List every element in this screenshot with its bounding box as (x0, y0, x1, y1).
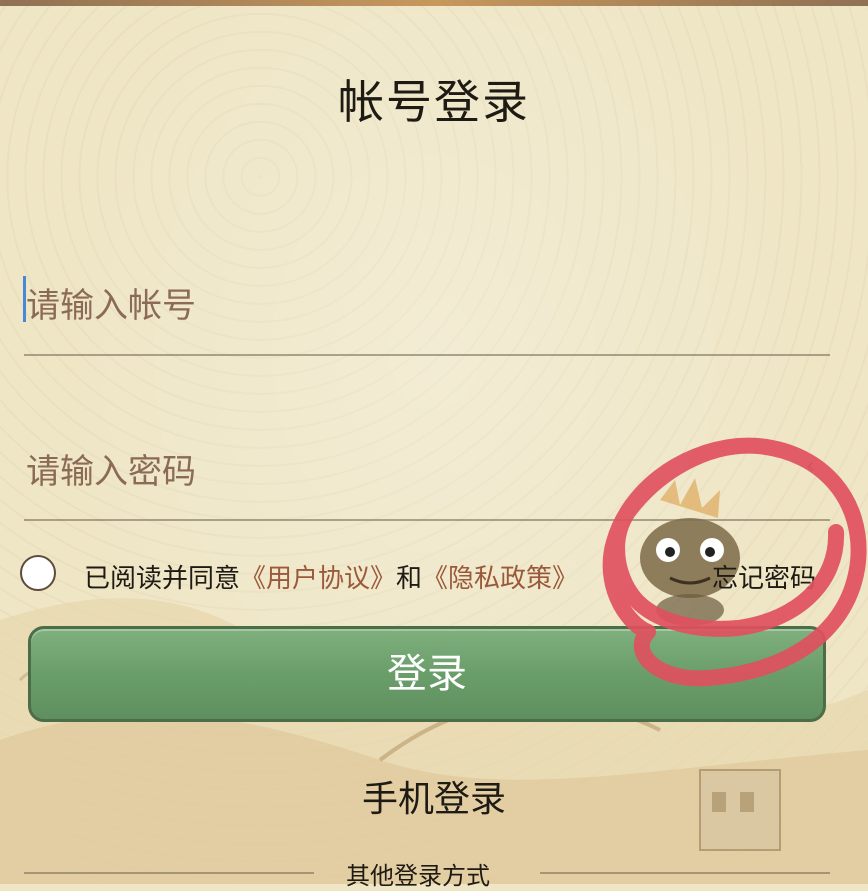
other-methods-divider-left (24, 872, 314, 874)
agreement-and: 和 (396, 564, 423, 594)
privacy-policy-link[interactable]: 《隐私政策》 (422, 564, 578, 594)
user-agreement-link[interactable]: 《用户协议》 (240, 564, 396, 594)
password-underline (24, 519, 830, 521)
agreement-text: 已阅读并同意《用户协议》和《隐私政策》 (84, 558, 578, 595)
great-wall-illustration (0, 598, 868, 884)
other-methods-divider-right (540, 872, 830, 874)
agreement-checkbox[interactable] (20, 555, 56, 591)
account-underline (24, 354, 830, 356)
dragon-mascot-icon (640, 478, 740, 626)
account-input[interactable]: 请输入帐号 (26, 278, 196, 327)
password-visibility-toggle-icon[interactable]: ‹ (806, 454, 815, 479)
login-button[interactable]: 登录 (28, 626, 826, 722)
top-decoration (0, 0, 868, 6)
forgot-password-link[interactable]: 忘记密码 (712, 558, 816, 595)
password-input[interactable]: 请输入密码 (26, 444, 196, 493)
other-login-methods-label: 其他登录方式 (346, 862, 490, 890)
agreement-prefix: 已阅读并同意 (84, 564, 241, 594)
background-texture (0, 0, 868, 884)
phone-login-link[interactable]: 手机登录 (0, 770, 868, 822)
page-title: 帐号登录 (338, 75, 530, 129)
